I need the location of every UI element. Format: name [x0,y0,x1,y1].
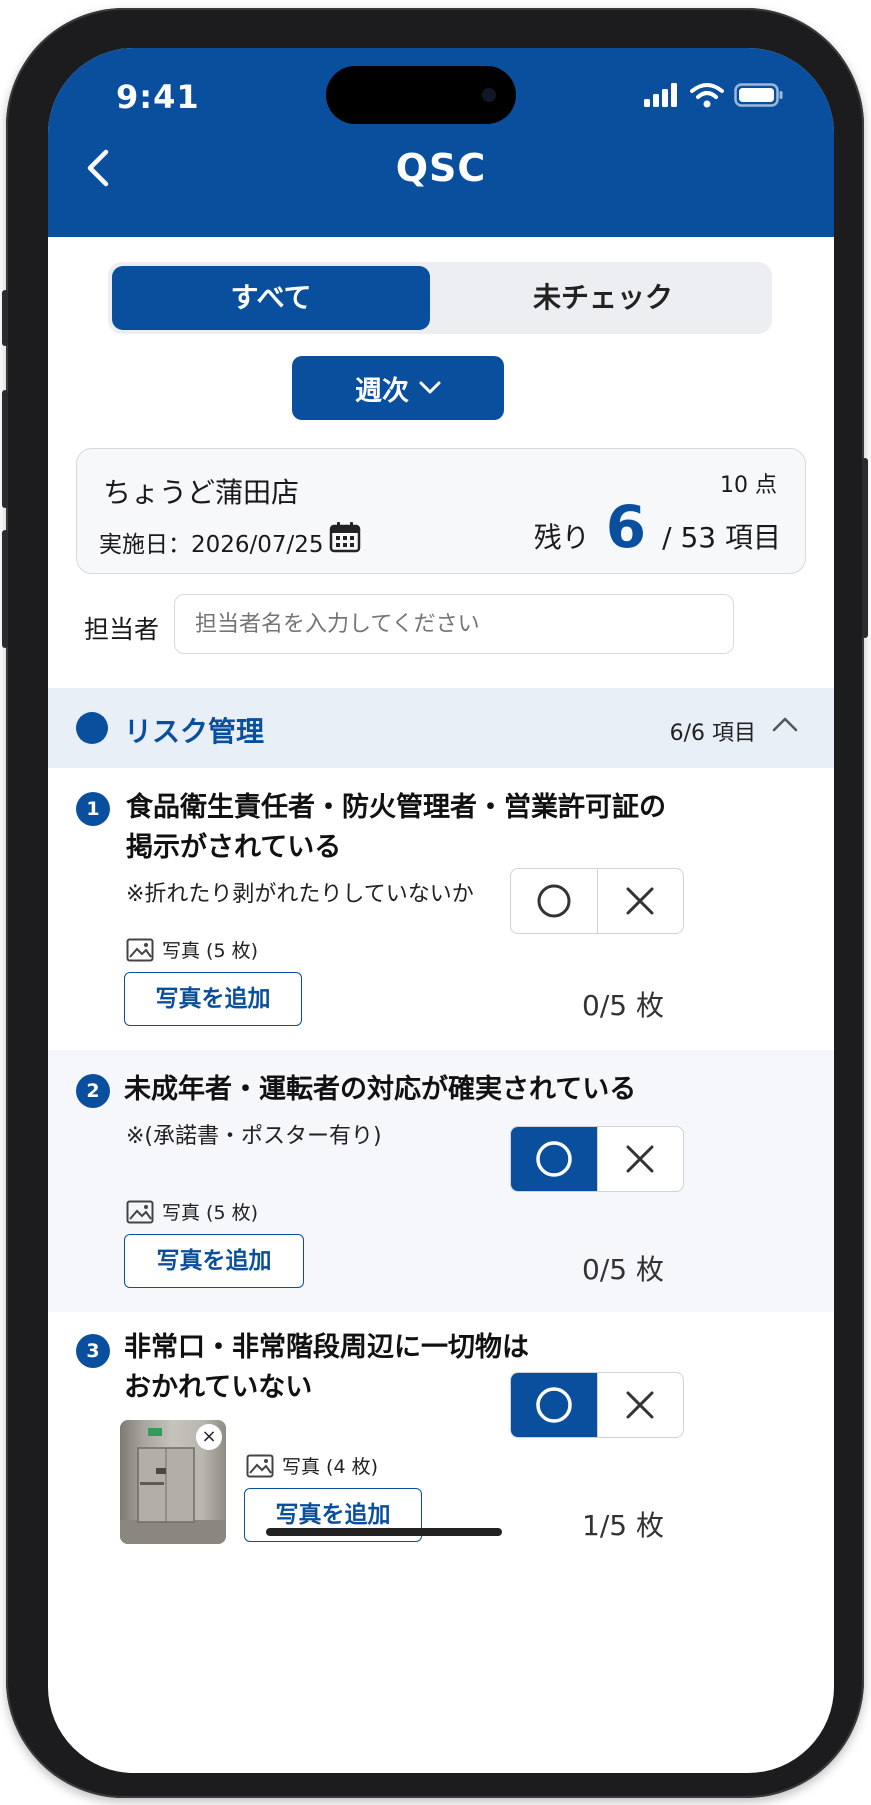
filter-segmented-control: すべて 未チェック [108,262,772,334]
photo-label: 写真 (4 枚) [246,1452,378,1479]
cross-icon [626,1145,654,1173]
assignee-input[interactable] [174,594,734,654]
cross-icon [626,887,654,915]
inspection-date: 実施日：2026/07/25 [99,532,324,558]
period-label: 週次 [355,375,409,407]
ox-toggle [510,1126,684,1192]
check-item: 3 非常口・非常階段周辺に一切物は おかれていない × 写真 (4 枚) 写真を… [48,1312,834,1612]
volume-down-button [2,530,8,648]
power-button [862,458,868,638]
photo-label-text: 写真 (4 枚) [282,1456,378,1478]
total-items: / 53 項目 [662,521,781,554]
photo-label-text: 写真 (5 枚) [162,940,258,962]
photo-count: 0/5 枚 [582,1253,664,1286]
dynamic-island [326,66,516,124]
ox-toggle [510,868,684,934]
section-header-risk[interactable]: リスク管理 6/6 項目 [48,688,834,768]
section-title: リスク管理 [124,715,265,748]
remaining-summary: 残り 6 / 53 項目 [534,493,781,561]
circle-button[interactable] [511,869,598,933]
status-icons [644,82,784,108]
cross-button[interactable] [597,1373,683,1437]
image-icon [126,938,154,961]
calendar-icon[interactable] [329,521,361,553]
circle-icon [536,1387,572,1423]
image-icon [246,1454,274,1477]
photo-label-text: 写真 (5 枚) [162,1202,258,1224]
check-item: 2 未成年者・運転者の対応が確実されている ※(承諾書・ポスター有り) 写真 (… [48,1050,834,1312]
remaining-count: 6 [605,493,647,561]
status-time: 9:41 [116,78,200,116]
store-summary-card: ちょうど蒲田店 実施日：2026/07/25 10 点 残り 6 / 53 項目 [76,448,806,574]
circle-icon [536,1141,572,1177]
camera-icon [482,88,496,102]
action-button [2,290,8,346]
item-question-line2: 掲示がされている [126,832,342,863]
add-photo-button[interactable]: 写真を追加 [124,1234,304,1288]
item-note: ※(承諾書・ポスター有り) [126,1124,382,1149]
item-question-line1: 非常口・非常階段周辺に一切物は [124,1332,529,1363]
screen: 9:41 QSC すべて 未チェック 週次 ちょうど蒲田店 実施日：2026/0… [48,48,834,1773]
assignee-label: 担当者 [84,615,160,644]
close-icon[interactable]: × [196,1424,222,1450]
item-number: 3 [76,1334,110,1368]
add-photo-button[interactable]: 写真を追加 [124,972,302,1026]
cross-button[interactable] [597,1127,683,1191]
circle-icon [537,884,571,918]
section-count: 6/6 項目 [669,721,756,746]
photo-thumbnail[interactable]: × [120,1420,226,1544]
item-question-line2: おかれていない [124,1372,313,1403]
check-item: 1 食品衛生責任者・防火管理者・営業許可証の 掲示がされている ※折れたり剥がれ… [48,768,834,1050]
signal-icon [644,83,677,107]
photo-count: 1/5 枚 [582,1509,664,1542]
section-status-dot [76,712,108,744]
item-question-line1: 未成年者・運転者の対応が確実されている [124,1074,637,1105]
item-number: 2 [76,1074,110,1108]
item-question-line1: 食品衛生責任者・防火管理者・営業許可証の [126,792,666,823]
tab-all[interactable]: すべて [112,266,430,330]
page-title: QSC [395,146,487,190]
photo-count: 0/5 枚 [582,989,664,1022]
circle-button[interactable] [511,1127,598,1191]
battery-icon [734,83,783,107]
tab-unchecked[interactable]: 未チェック [438,266,768,330]
chevron-up-icon[interactable] [772,716,798,732]
circle-button[interactable] [511,1373,598,1437]
wifi-icon [690,83,724,108]
store-name: ちょうど蒲田店 [103,476,300,509]
photo-label: 写真 (5 枚) [126,936,258,963]
phone-frame: 9:41 QSC すべて 未チェック 週次 ちょうど蒲田店 実施日：2026/0… [2,8,868,1798]
cross-icon [626,1391,654,1419]
app-header: 9:41 QSC [48,48,834,237]
photo-label: 写真 (5 枚) [126,1198,258,1225]
item-note: ※折れたり剥がれたりしていないか [126,882,474,907]
item-number: 1 [76,792,110,826]
volume-up-button [2,390,8,508]
cross-button[interactable] [597,869,683,933]
home-indicator[interactable] [266,1528,502,1536]
remaining-label: 残り [533,521,590,554]
chevron-down-icon [419,381,441,394]
image-icon [126,1200,154,1223]
period-dropdown[interactable]: 週次 [292,356,504,420]
ox-toggle [510,1372,684,1438]
